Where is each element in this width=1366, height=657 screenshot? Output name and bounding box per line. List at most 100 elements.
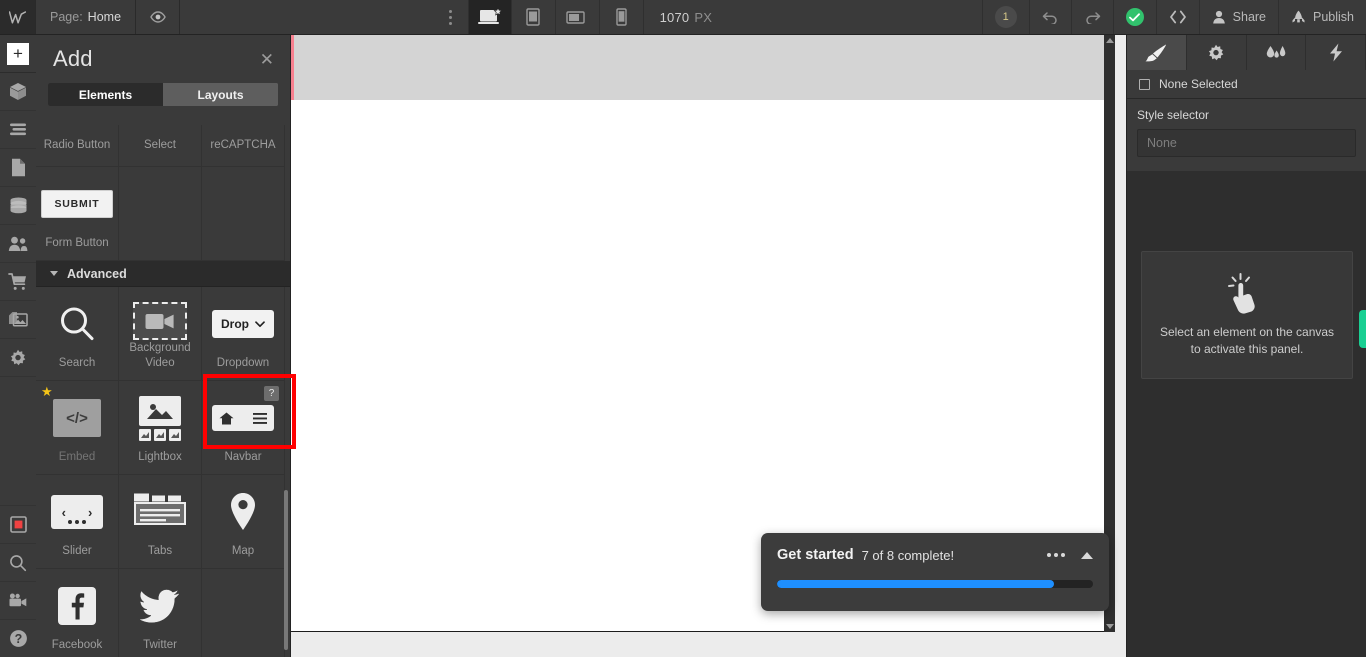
check-circle-icon [1125, 8, 1144, 26]
publish-button[interactable]: Publish [1278, 0, 1366, 34]
element-search[interactable]: Search [36, 287, 119, 381]
plus-icon: + [7, 42, 29, 65]
breakpoint-desktop[interactable] [467, 0, 512, 34]
sidebar-item-cms[interactable] [0, 187, 36, 225]
element-lightbox[interactable]: Lightbox [119, 381, 202, 475]
sidebar-item-ecommerce[interactable] [0, 263, 36, 301]
tab-layouts[interactable]: Layouts [163, 83, 278, 106]
section-advanced-header[interactable]: Advanced [36, 261, 290, 287]
sidebar-item-video[interactable] [0, 581, 36, 619]
breakpoint-mobile[interactable] [600, 0, 644, 34]
breakpoint-tablet-landscape[interactable] [556, 0, 600, 34]
canvas-options-button[interactable] [434, 0, 468, 34]
tab-elements[interactable]: Elements [48, 83, 163, 106]
breakpoint-tablet[interactable] [512, 0, 556, 34]
chevron-down-icon [50, 271, 58, 276]
webflow-logo-icon [9, 10, 26, 24]
element-form-button[interactable]: SUBMIT Form Button [36, 167, 119, 261]
more-horizontal-icon[interactable] [1047, 553, 1065, 557]
facebook-icon [58, 587, 96, 625]
tab-style[interactable] [1127, 35, 1187, 70]
navbar-icon [212, 405, 274, 431]
style-selector-label: Style selector [1137, 108, 1210, 122]
rail-spacer [0, 377, 36, 505]
webflow-logo[interactable] [0, 0, 36, 34]
thumb-glyph [141, 431, 149, 438]
undo-button[interactable] [1028, 0, 1071, 34]
scroll-down-arrow-icon[interactable] [1105, 624, 1114, 629]
preview-toggle[interactable] [136, 0, 181, 34]
element-label: Map [231, 544, 255, 557]
code-brackets-icon [1169, 10, 1186, 24]
tab-settings[interactable] [1187, 35, 1247, 70]
svg-text:?: ? [14, 632, 22, 646]
video-dashed-icon [133, 302, 187, 341]
sidebar-item-recording[interactable] [0, 505, 36, 543]
rocket-icon [1292, 10, 1305, 23]
element-label: Select [144, 139, 176, 152]
changes-counter[interactable]: 1 [981, 0, 1029, 34]
add-panel: Add ✕ Elements Layouts Radio Button Sele… [36, 35, 291, 657]
element-label: Radio Button [43, 139, 111, 152]
sidebar-item-search[interactable] [0, 543, 36, 581]
share-button[interactable]: Share [1198, 0, 1278, 34]
element-tabs[interactable]: Tabs [119, 475, 202, 569]
sidebar-item-assets[interactable] [0, 301, 36, 339]
element-twitter[interactable]: Twitter [119, 569, 202, 657]
selection-status-row[interactable]: None Selected [1127, 70, 1366, 99]
tab-interactions[interactable] [1247, 35, 1307, 70]
gear-icon [10, 349, 26, 365]
redo-icon [1085, 12, 1100, 24]
lightbox-icon [139, 395, 181, 441]
save-status[interactable] [1112, 0, 1156, 34]
top-toolbar: Page: Home 1070 PX 1 Share Publish [0, 0, 1366, 35]
page-icon [11, 158, 25, 177]
element-slider[interactable]: ‹ › Slider [36, 475, 119, 569]
element-radio-button[interactable]: Radio Button [36, 125, 119, 167]
thumb-glyph [156, 431, 164, 438]
redo-button[interactable] [1070, 0, 1113, 34]
sidebar-item-navigator[interactable] [0, 111, 36, 149]
rail-bottom-group: ? [0, 505, 36, 657]
close-icon[interactable]: ✕ [260, 51, 274, 68]
get-started-toast: Get started 7 of 8 complete! [761, 533, 1109, 611]
code-export-button[interactable] [1155, 0, 1199, 34]
element-embed[interactable]: ★ </> Embed [36, 381, 119, 475]
chevron-up-icon[interactable] [1081, 551, 1093, 559]
feedback-tab[interactable] [1359, 310, 1366, 348]
canvas-hero-section[interactable] [294, 35, 1115, 100]
sidebar-item-pages[interactable] [0, 149, 36, 187]
element-select[interactable]: Select [119, 125, 202, 167]
sidebar-item-add[interactable]: + [0, 35, 36, 73]
paintbrush-icon [1145, 44, 1167, 61]
element-label: Search [58, 356, 96, 369]
element-recaptcha[interactable]: reCAPTCHA [202, 125, 285, 167]
right-panel-tabs [1127, 35, 1366, 70]
scroll-up-arrow-icon[interactable] [1105, 38, 1114, 43]
help-badge[interactable]: ? [264, 386, 279, 401]
element-background-video[interactable]: Background Video [119, 287, 202, 381]
question-circle-icon: ? [9, 630, 27, 647]
publish-label: Publish [1313, 10, 1355, 24]
desktop-star-icon [477, 7, 503, 24]
sidebar-item-settings[interactable] [0, 339, 36, 377]
element-label: Navbar [224, 450, 262, 463]
layers-icon [10, 123, 26, 136]
sidebar-item-users[interactable] [0, 225, 36, 263]
people-icon [8, 236, 28, 251]
panel-empty-state: Select an element on the canvas to activ… [1141, 251, 1353, 379]
sidebar-item-help[interactable]: ? [0, 619, 36, 657]
element-navbar[interactable]: ? Navbar [202, 381, 285, 475]
sidebar-item-components[interactable] [0, 73, 36, 111]
tab-effects[interactable] [1306, 35, 1366, 70]
element-dropdown[interactable]: Drop Dropdown [202, 287, 285, 381]
add-panel-scrollbar[interactable] [284, 490, 288, 650]
element-facebook[interactable]: Facebook [36, 569, 119, 657]
slider-art: ‹ › [51, 489, 103, 535]
record-square-icon [9, 516, 27, 533]
style-selector-input[interactable]: None [1137, 129, 1356, 157]
page-indicator[interactable]: Page: Home [36, 0, 137, 34]
image-glyph [147, 403, 173, 419]
element-map[interactable]: Map [202, 475, 285, 569]
